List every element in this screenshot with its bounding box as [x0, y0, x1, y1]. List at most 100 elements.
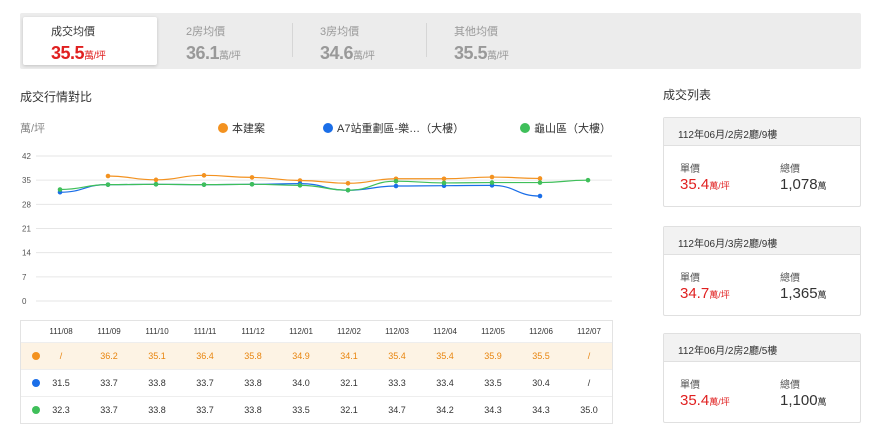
- data-label: /: [59, 351, 63, 361]
- data-label: 30.4: [532, 378, 550, 388]
- data-label: 35.9: [484, 351, 502, 361]
- total-price-label: 總價: [780, 380, 800, 391]
- data-label: 33.7: [196, 378, 214, 388]
- data-point[interactable]: [489, 180, 495, 185]
- data-label: 35.4: [388, 351, 406, 361]
- x-tick-label: 112/02: [337, 327, 361, 336]
- total-price-label: 總價: [780, 164, 800, 175]
- unit-price-label: 單價: [680, 273, 700, 284]
- tab-value: 35.5萬/坪: [454, 43, 509, 63]
- y-tick-label: 35: [22, 176, 31, 185]
- data-label: 34.2: [436, 405, 454, 415]
- table-row: 31.5 33.7 33.8 33.7 33.8 34.0 32.1 33.3 33.4 33.5…: [21, 369, 612, 396]
- data-label: /: [587, 351, 591, 361]
- data-label: 33.7: [100, 405, 118, 415]
- data-point[interactable]: [105, 173, 111, 179]
- tab-divider: [292, 23, 293, 57]
- legend-guishan[interactable]: 龜山區（大樓）: [520, 120, 611, 136]
- data-label: 34.3: [484, 405, 502, 415]
- unit-price-value: 34.7萬/坪: [680, 285, 730, 302]
- data-point[interactable]: [201, 173, 207, 178]
- data-label: 34.3: [532, 405, 550, 415]
- data-label: 33.5: [484, 378, 502, 388]
- transaction-card[interactable]: 112年06月/2房2廳/5樓 單價 總價 35.4萬/坪 1,100萬: [663, 333, 861, 423]
- data-label: 33.8: [244, 378, 262, 388]
- data-point[interactable]: [105, 182, 111, 187]
- legend-a7[interactable]: A7站重劃區-樂…（大樓）: [323, 120, 464, 136]
- data-point[interactable]: [441, 180, 447, 186]
- y-tick-label: 0: [22, 297, 27, 306]
- trend-data-table: 111/08 111/09 111/10 111/11 111/12 112/01 112/…: [20, 320, 613, 424]
- data-point[interactable]: [441, 176, 447, 182]
- data-point[interactable]: [153, 182, 159, 187]
- green-dot-icon: [520, 123, 530, 133]
- tab-label: 其他均價: [454, 26, 498, 38]
- data-label: 36.4: [196, 351, 214, 361]
- data-point[interactable]: [585, 177, 591, 183]
- tab-label: 3房均價: [320, 26, 360, 38]
- y-tick-label: 14: [22, 249, 31, 258]
- tab-label: 成交均價: [51, 26, 95, 38]
- data-point[interactable]: [345, 187, 351, 193]
- blue-dot-icon: [32, 379, 40, 387]
- legend-project[interactable]: 本建案: [218, 120, 265, 136]
- data-label: 32.3: [52, 405, 70, 415]
- data-point[interactable]: [489, 174, 495, 180]
- x-tick-label: 112/01: [289, 327, 313, 336]
- tab-value: 36.1萬/坪: [186, 43, 241, 63]
- x-tick-label: 112/07: [577, 327, 601, 336]
- x-tick-label: 111/12: [241, 327, 265, 336]
- data-label: 33.8: [148, 378, 166, 388]
- x-tick-label: 111/09: [97, 327, 121, 336]
- data-point[interactable]: [153, 177, 159, 183]
- data-label: 33.7: [100, 378, 118, 388]
- data-point[interactable]: [345, 180, 351, 186]
- legend-label: 龜山區（大樓）: [534, 123, 611, 135]
- data-point[interactable]: [393, 183, 399, 189]
- data-label: 34.1: [340, 351, 358, 361]
- x-tick-label: 112/03: [385, 327, 409, 336]
- data-point[interactable]: [393, 178, 399, 184]
- transaction-title: 112年06月/2房2廳/5樓: [664, 334, 860, 362]
- tab-average-price[interactable]: 成交均價 35.5萬/坪: [23, 17, 157, 65]
- data-point[interactable]: [297, 183, 303, 188]
- data-label: 33.5: [292, 405, 310, 415]
- data-label: 35.8: [244, 351, 262, 361]
- data-label: 34.9: [292, 351, 310, 361]
- price-tabs: 成交均價 35.5萬/坪 2房均價 36.1萬/坪 3房均價 34.6萬/坪 其…: [20, 13, 861, 69]
- tab-divider: [426, 23, 427, 57]
- transaction-card[interactable]: 112年06月/2房2廳/9樓 單價 總價 35.4萬/坪 1,078萬: [663, 117, 861, 207]
- y-tick-label: 28: [22, 200, 31, 209]
- data-label: 32.1: [340, 378, 358, 388]
- legend-label: 本建案: [232, 123, 265, 135]
- data-point[interactable]: [537, 176, 543, 181]
- data-label: 36.2: [100, 351, 118, 361]
- x-tick-label: 111/08: [49, 327, 73, 336]
- tab-3room-price[interactable]: 3房均價 34.6萬/坪: [292, 17, 426, 65]
- transaction-card[interactable]: 112年06月/3房2廳/9樓 單價 總價 34.7萬/坪 1,365萬: [663, 226, 861, 316]
- y-tick-label: 7: [22, 273, 27, 282]
- orange-dot-icon: [218, 123, 228, 133]
- trend-line-chart: 0 7 14 21 28 35 42: [22, 152, 612, 306]
- x-tick-label: 112/05: [481, 327, 505, 336]
- data-point[interactable]: [201, 182, 207, 187]
- total-price-value: 1,100萬: [780, 392, 827, 409]
- x-tick-label: 112/06: [529, 327, 553, 336]
- data-point[interactable]: [537, 193, 543, 199]
- tab-other-price[interactable]: 其他均價 35.5萬/坪: [426, 17, 560, 65]
- total-price-label: 總價: [780, 273, 800, 284]
- y-tick-label: 42: [22, 152, 31, 161]
- data-point[interactable]: [249, 175, 255, 180]
- tab-2room-price[interactable]: 2房均價 36.1萬/坪: [158, 17, 292, 65]
- legend-label: A7站重劃區-樂…（大樓）: [337, 123, 465, 135]
- list-title: 成交列表: [663, 88, 712, 102]
- data-point[interactable]: [537, 180, 543, 185]
- data-point[interactable]: [249, 182, 255, 187]
- data-label: 32.1: [340, 405, 358, 415]
- data-point[interactable]: [57, 187, 63, 192]
- data-label: 33.8: [244, 405, 262, 415]
- data-label: 33.7: [196, 405, 214, 415]
- table-row: / 36.2 35.1 36.4 35.8 34.9 34.1 35.4 35.4 35.9 35.…: [21, 342, 612, 369]
- data-label: /: [587, 378, 591, 388]
- data-label: 33.4: [436, 378, 454, 388]
